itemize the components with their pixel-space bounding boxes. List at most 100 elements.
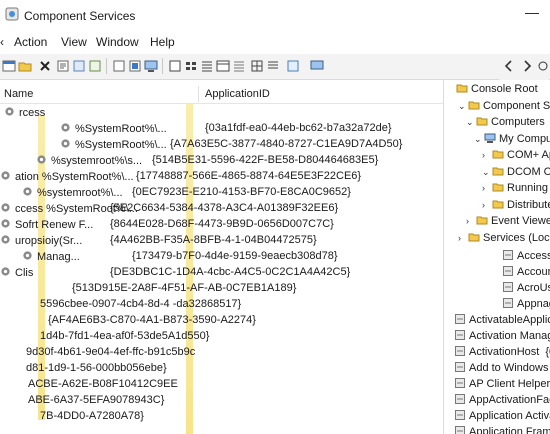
column-header-name[interactable]: Name bbox=[4, 88, 33, 100]
tree-item[interactable]: › Event Viewer (Local) bbox=[466, 214, 550, 230]
list-item-name[interactable]: ation %SystemRoot%\... bbox=[0, 170, 134, 186]
tree-item[interactable]: ⌄ My Computer bbox=[474, 132, 550, 148]
list-alt-icon[interactable] bbox=[266, 59, 280, 73]
chevron-down-icon[interactable]: ⌄ bbox=[458, 101, 468, 112]
list-item-name[interactable]: Manag... bbox=[22, 250, 80, 266]
large-icons-icon[interactable] bbox=[168, 59, 182, 73]
gear-icon bbox=[61, 123, 70, 132]
chevron-right-icon[interactable]: › bbox=[458, 233, 468, 243]
dcom-item-label: Accountsrv bbox=[517, 266, 550, 278]
tree-item-label: Console Root bbox=[471, 83, 538, 95]
list-item-name-text: Clis bbox=[15, 267, 34, 279]
up-folder-icon[interactable] bbox=[18, 59, 32, 73]
tree-item[interactable]: ⌄ Component Services bbox=[458, 99, 550, 115]
chevron-right-icon[interactable]: › bbox=[482, 150, 492, 160]
dcom-item[interactable]: Add to Windows Media{45577...} bbox=[454, 361, 550, 377]
list-view-icon[interactable] bbox=[200, 59, 214, 73]
list-item-name[interactable]: %SystemRoot%\... bbox=[60, 122, 167, 138]
dcom-item-label: ActivatableApplication bbox=[469, 314, 550, 326]
console-icon[interactable] bbox=[2, 59, 16, 73]
object-list: rcess %SystemRoot%\... {03a1fdf-ea0-44eb-b… bbox=[0, 104, 443, 434]
event-viewer-icon bbox=[476, 216, 488, 225]
list-item-name-text: %systemroot%\s... bbox=[51, 155, 143, 167]
dcom-item[interactable]: Activation Manager bbox=[454, 329, 550, 345]
menu-help[interactable]: Help bbox=[150, 35, 175, 49]
computer-icon[interactable] bbox=[144, 59, 158, 73]
tree-item[interactable]: › Distributed Transaction bbox=[482, 198, 550, 214]
dcom-item-label: Activation Manager bbox=[469, 330, 550, 342]
help-icon[interactable] bbox=[112, 59, 126, 73]
menu-view[interactable]: View bbox=[61, 35, 87, 49]
small-icons-icon[interactable] bbox=[184, 59, 198, 73]
chevron-right-icon[interactable]: › bbox=[482, 183, 492, 193]
dcom-item[interactable]: AppActivationFactory{83AADFEA-840A-...} bbox=[454, 393, 550, 409]
dcom-item[interactable]: AccessibilityCplAdmin bbox=[502, 249, 550, 265]
list-item-name[interactable]: uropsioiy(Sr... bbox=[0, 234, 82, 250]
dcom-item[interactable]: Application Activation{45FA1770-10AA-4B.… bbox=[454, 409, 550, 425]
list-item-appid: {DE3DBC1C-1D4A-4cbc-A4C5-0C2C1A4A42C5} bbox=[110, 266, 351, 278]
list-item-name-text: %systemroot%\... bbox=[37, 187, 123, 199]
chevron-down-icon[interactable]: ⌄ bbox=[482, 167, 492, 178]
list-item-name[interactable]: %systemroot%\... bbox=[22, 186, 123, 202]
list-item-appid: 7B-4DD0-A7280A78} bbox=[40, 410, 144, 422]
minimize-button[interactable]: — bbox=[525, 4, 539, 20]
chevron-down-icon[interactable]: ⌄ bbox=[474, 134, 484, 145]
tree-item[interactable]: Console Root bbox=[446, 82, 538, 98]
chevron-down-icon[interactable]: ⌄ bbox=[466, 117, 476, 128]
dcom-item[interactable]: Accountsrv bbox=[502, 265, 550, 281]
component-icon bbox=[503, 250, 513, 260]
menu-action[interactable]: Action bbox=[14, 35, 47, 49]
chevron-right-icon[interactable]: › bbox=[466, 216, 476, 226]
forward-icon[interactable] bbox=[521, 60, 533, 72]
list-item-name[interactable]: Sofrt Renew F... bbox=[0, 218, 93, 234]
list-item-appid: {0EC7923E-E210-4153-BF70-E8CA0C9652} bbox=[132, 186, 351, 198]
computer-icon bbox=[484, 133, 496, 143]
status-view-icon[interactable] bbox=[232, 59, 246, 73]
list-item-appid: 5596cbee-0907-4cb4-8d-4 -da32868517} bbox=[40, 298, 242, 310]
properties-icon[interactable] bbox=[56, 59, 70, 73]
list-item-name[interactable]: %systemroot%\s... bbox=[36, 154, 142, 170]
monitor-icon[interactable] bbox=[310, 59, 324, 73]
folder-icon bbox=[476, 117, 488, 126]
list-item-appid: {173479-b7F0-4d4e-9159-9eaecb308d78} bbox=[132, 250, 338, 262]
dcom-item[interactable]: AP Client HelperClass{8ecd5...} bbox=[454, 377, 550, 393]
dcom-item[interactable]: ActivatableApplication bbox=[454, 313, 550, 329]
list-item-name[interactable]: Clis bbox=[0, 266, 33, 282]
tree-item[interactable]: › Services (Local) bbox=[458, 231, 550, 247]
gear-icon bbox=[1, 171, 10, 180]
menu-file-partial[interactable]: ‹ bbox=[0, 35, 4, 49]
tree-item-label: Component Services bbox=[483, 99, 550, 112]
tree-item[interactable]: ⌄ Computers bbox=[466, 115, 545, 131]
chevron-right-icon[interactable]: › bbox=[482, 200, 492, 210]
menu-window[interactable]: Window bbox=[96, 35, 139, 49]
detail-view-icon[interactable] bbox=[216, 59, 230, 73]
back-icon[interactable] bbox=[503, 60, 515, 72]
folder-icon bbox=[492, 183, 504, 192]
view-icon[interactable] bbox=[128, 59, 142, 73]
refresh-icon[interactable] bbox=[72, 59, 86, 73]
dcom-item-label: AcroUser Class bbox=[517, 282, 550, 294]
folder-icon bbox=[492, 200, 504, 208]
dcom-item[interactable]: Appnage.dll bbox=[502, 297, 550, 313]
tree-item[interactable]: ⌄ DCOM Config bbox=[482, 165, 550, 181]
tree-item[interactable]: › Running Processes bbox=[482, 181, 550, 197]
dcom-item[interactable]: Application Frame{B8B05008-3EB0-4835-B..… bbox=[454, 425, 550, 434]
tree-item[interactable]: › COM+ Applications bbox=[482, 148, 550, 164]
component-icon bbox=[455, 394, 465, 404]
grid-view-icon[interactable] bbox=[250, 59, 264, 73]
dcom-item[interactable]: AcroUser Class bbox=[502, 281, 550, 297]
dcom-item-label: Application Frame bbox=[469, 426, 550, 434]
settings-icon[interactable] bbox=[537, 60, 549, 72]
window-title: Component Services bbox=[24, 9, 136, 23]
flag-icon[interactable] bbox=[286, 59, 300, 73]
list-item-name[interactable]: %SystemRoot%\... bbox=[60, 138, 167, 154]
column-header-applicationid[interactable]: ApplicationID bbox=[205, 88, 270, 100]
list-item-name-text: %SystemRoot%\... bbox=[75, 139, 167, 151]
dcom-item[interactable]: ActivationHost {0da9...} bbox=[454, 345, 550, 361]
list-item-name[interactable]: rcess bbox=[4, 106, 45, 122]
export-icon[interactable] bbox=[88, 59, 102, 73]
gear-icon bbox=[5, 107, 14, 116]
list-item-appid: d81-1d9-1-56-000bb056ebe} bbox=[26, 362, 167, 374]
delete-icon[interactable] bbox=[38, 59, 52, 73]
gear-icon bbox=[1, 203, 10, 212]
